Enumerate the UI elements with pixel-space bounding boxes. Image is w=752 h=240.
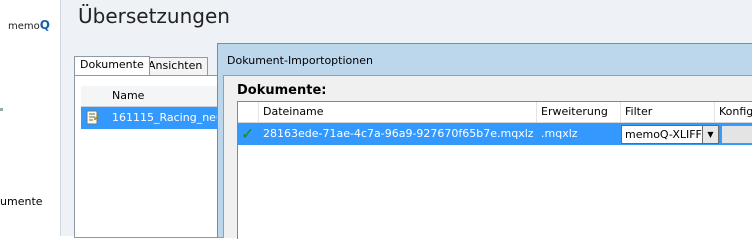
document-icon — [86, 110, 99, 125]
import-options-dialog: Dokument-Importoptionen Dokumente: Datei… — [217, 43, 752, 239]
chevron-down-icon[interactable]: ▼ — [702, 126, 718, 143]
filename-cell: 28163ede-71ae-4c7a-96a9-927670f65b7e.mqx… — [263, 127, 534, 140]
sidebar-item-documents[interactable]: kumente — [0, 195, 43, 208]
documents-grid: Dateiname Erweiterung Filter Konfig ✓ 28… — [237, 101, 752, 239]
document-name: 161115_Racing_neu.d — [112, 111, 234, 124]
column-header-config[interactable]: Konfig — [715, 102, 752, 122]
check-icon: ✓ — [241, 124, 255, 143]
column-header-name[interactable]: Name — [112, 89, 144, 102]
tab-views[interactable]: Ansichten — [142, 57, 209, 75]
column-header-extension[interactable]: Erweiterung — [537, 102, 621, 122]
dialog-body: Dokumente: Dateiname Erweiterung Filter … — [223, 75, 752, 239]
filter-dropdown[interactable]: memoQ-XLIFF ▼ — [621, 125, 719, 144]
table-row[interactable]: ✓ 28163ede-71ae-4c7a-96a9-927670f65b7e.m… — [238, 123, 752, 145]
dialog-title: Dokument-Importoptionen — [227, 54, 373, 67]
sidebar-marker — [0, 108, 3, 111]
section-label: Dokumente: — [237, 83, 327, 98]
column-header-status — [238, 102, 259, 122]
list-item[interactable]: 161115_Racing_neu.d — [81, 107, 234, 129]
filter-value: memoQ-XLIFF — [625, 128, 702, 141]
extension-cell: .mqxlz — [541, 127, 578, 140]
column-header-filename[interactable]: Dateiname — [259, 102, 537, 122]
column-header-filter[interactable]: Filter — [621, 102, 715, 122]
list-header: Name — [81, 86, 231, 107]
page-title: Übersetzungen — [78, 4, 230, 28]
sidebar: memoQ kumente — [0, 0, 61, 236]
tab-documents[interactable]: Dokumente — [74, 56, 150, 75]
documents-panel: Name 161115_Racing_neu.d — [74, 75, 236, 238]
config-button[interactable] — [721, 125, 752, 144]
grid-header: Dateiname Erweiterung Filter Konfig — [238, 102, 752, 123]
memoq-logo: memoQ — [8, 18, 50, 32]
